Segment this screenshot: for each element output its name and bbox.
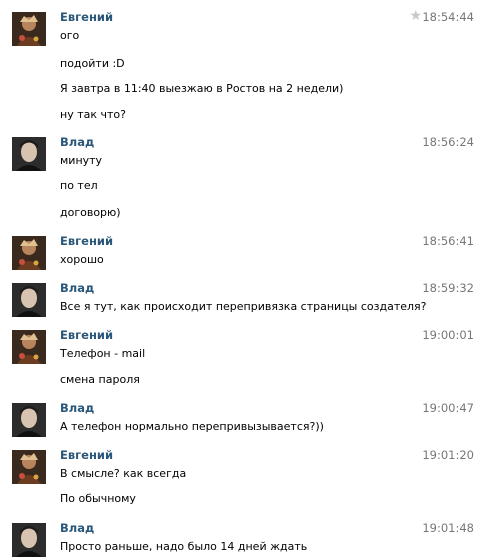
avatar-evgeniy-image [12,12,46,46]
avatar[interactable] [12,283,46,317]
timestamp[interactable]: 18:54:44 [422,10,474,24]
timestamp[interactable]: 19:01:48 [422,521,474,535]
message-text: договорю) [60,206,121,219]
timestamp[interactable]: 18:59:32 [422,281,474,295]
message-text: Я завтра в 11:40 выезжаю в Ростов на 2 н… [60,82,344,95]
author-name[interactable]: Влад [60,521,94,535]
message-text: В смысле? как всегда [60,467,187,480]
timestamp[interactable]: 19:00:47 [422,401,474,415]
star-icon[interactable]: ★ [409,8,422,24]
message-text: Все я тут, как происходит перепривязка с… [60,300,427,313]
timestamp[interactable]: 18:56:24 [422,135,474,149]
author-name[interactable]: Влад [60,401,94,415]
avatar[interactable] [12,236,46,270]
message-text: ну так что? [60,108,126,121]
avatar[interactable] [12,137,46,171]
author-name[interactable]: Евгений [60,234,113,248]
message-text: минуту [60,154,103,167]
message-text: По обычному [60,492,136,505]
avatar-evgeniy-image [12,330,46,364]
avatar[interactable] [12,523,46,557]
avatar[interactable] [12,330,46,364]
message-text: хорошо [60,253,104,266]
avatar-vlad-image [12,523,46,557]
message-text: Просто раньше, надо было 14 дней ждать [60,540,308,553]
message-text: А телефон нормально перепривызывается?)) [60,420,324,433]
author-name[interactable]: Евгений [60,328,113,342]
timestamp[interactable]: 18:56:41 [422,234,474,248]
avatar[interactable] [12,403,46,437]
author-name[interactable]: Влад [60,281,94,295]
timestamp[interactable]: 19:00:01 [422,328,474,342]
timestamp[interactable]: 19:01:20 [422,448,474,462]
avatar[interactable] [12,12,46,46]
author-name[interactable]: Евгений [60,448,113,462]
message-text: Телефон - mail [60,347,146,360]
chat-history: Евгений ★ 18:54:44 ого подойти :D Я завт… [0,0,494,560]
author-name[interactable]: Евгений [60,10,113,24]
avatar-evgeniy-image [12,450,46,484]
avatar[interactable] [12,450,46,484]
avatar-vlad-image [12,403,46,437]
message-text: смена пароля [60,373,140,386]
message-text: по тел [60,179,98,192]
author-name[interactable]: Влад [60,135,94,149]
message-text: подойти :D [60,57,125,70]
avatar-evgeniy-image [12,236,46,270]
avatar-vlad-image [12,283,46,317]
avatar-vlad-image [12,137,46,171]
message-text: ого [60,29,80,42]
